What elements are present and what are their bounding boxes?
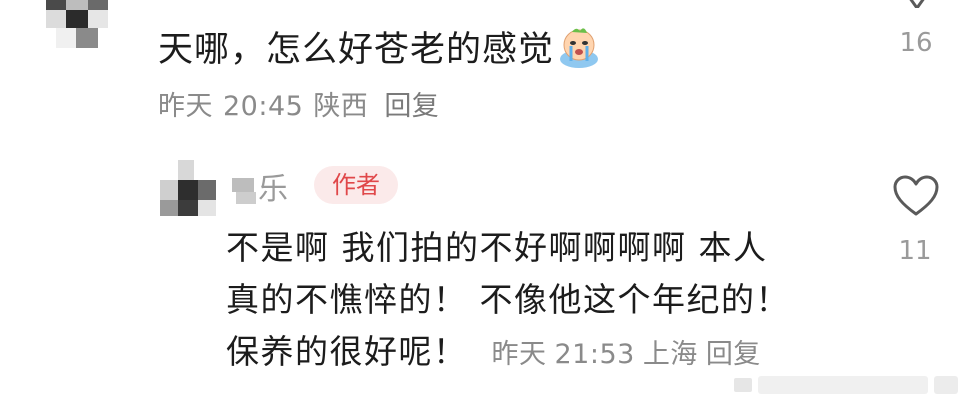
reply-location: 上海: [642, 339, 698, 370]
reply-text-line: 不是啊 我们拍的不好啊啊啊啊 本人: [226, 228, 768, 267]
comment-like-heart-icon[interactable]: [895, 0, 939, 8]
comment-thread: 天哪，怎么好苍老的感觉 昨天 20:45 陕西 回复 16 乐 作者 不是啊 我…: [0, 0, 964, 402]
comment-text-content: 天哪，怎么好苍老的感觉: [158, 30, 555, 70]
reply-like-heart-icon[interactable]: [892, 174, 940, 218]
reply-text-line-last: 保养的很好呢！ 昨天 21:53 上海 回复: [226, 326, 790, 378]
comment-reply-button[interactable]: 回复: [384, 91, 439, 122]
author-name[interactable]: 乐: [258, 164, 288, 208]
comment-meta: 昨天 20:45 陕西 回复: [158, 84, 449, 123]
reply-text-line: 保养的很好呢！: [226, 332, 468, 371]
comment-time: 20:45: [223, 91, 304, 122]
comment-like-count: 16: [899, 28, 933, 58]
reply-text: 不是啊 我们拍的不好啊啊啊啊 本人 真的不憔悴的！ 不像他这个年纪的！ 保养的很…: [226, 222, 790, 378]
crying-face-emoji-icon: [558, 25, 600, 69]
author-badge: 作者: [314, 166, 398, 204]
reply-time: 21:53: [554, 339, 635, 370]
reply-date: 昨天: [491, 339, 547, 370]
author-avatar[interactable]: [160, 160, 220, 220]
commenter-avatar[interactable]: [46, 0, 108, 48]
reply-meta: 昨天 21:53 上海 回复: [492, 339, 769, 370]
reply-reply-button[interactable]: 回复: [706, 339, 761, 370]
reply-text-line: 真的不憔悴的！ 不像他这个年纪的！: [226, 280, 790, 319]
watermark-logo: [734, 376, 958, 394]
reply-like-count: 11: [898, 236, 932, 266]
comment-location: 陕西: [313, 91, 369, 122]
comment-text: 天哪，怎么好苍老的感觉: [158, 21, 600, 73]
comment-date: 昨天: [158, 91, 213, 122]
